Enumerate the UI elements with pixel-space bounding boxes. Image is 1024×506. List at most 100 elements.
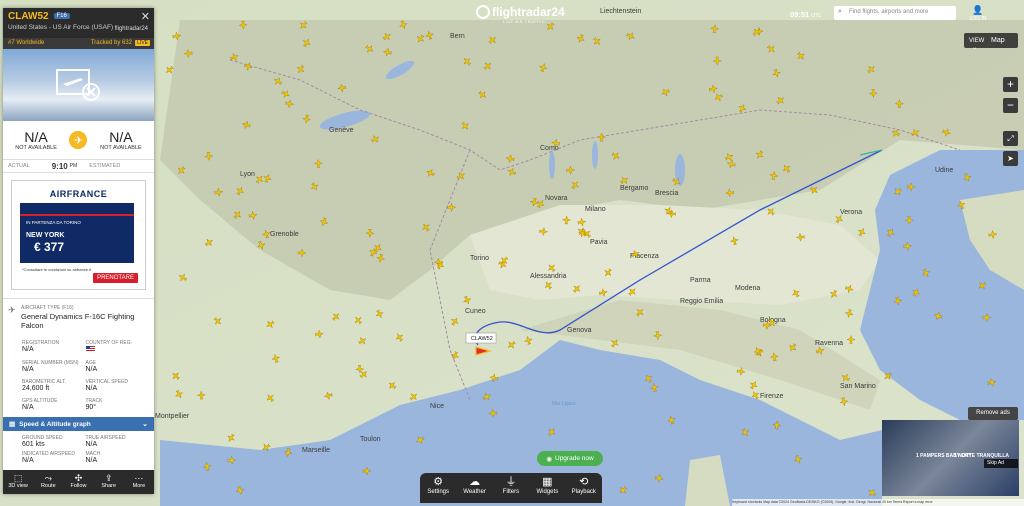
origin-name: NOT AVAILABLE xyxy=(15,145,57,151)
search-icon: ⌕ xyxy=(838,8,842,15)
widgets-button[interactable]: ▦ Widgets xyxy=(531,473,563,503)
close-icon[interactable]: ✕ xyxy=(141,10,150,23)
toolbar-label: Widgets xyxy=(536,489,559,495)
aircraft-photo xyxy=(3,49,154,121)
upgrade-icon: ◉ xyxy=(546,455,552,463)
flight-panel: CLAW52 F16 United States - US Air Force … xyxy=(3,8,154,494)
baro-alt-value: 24,600 ft xyxy=(22,385,50,392)
fullscreen-icon[interactable]: ⤢ xyxy=(1003,131,1018,146)
playback-button[interactable]: ⟲ Playback xyxy=(568,473,600,503)
more-button[interactable]: ⋯ More xyxy=(124,470,154,494)
chevron-down-icon: ⌄ xyxy=(972,45,978,51)
city-label: Torino xyxy=(470,255,489,262)
aircraft-type-label: AIRCRAFT TYPE (F16) xyxy=(20,305,74,311)
cube-icon: ⬚ xyxy=(13,473,23,483)
fr24-logo[interactable]: flightradar24 xyxy=(476,5,565,19)
panel-header: CLAW52 F16 United States - US Air Force … xyxy=(3,8,154,38)
city-label: Genève xyxy=(329,127,354,134)
follow-button[interactable]: ✣ Follow xyxy=(63,470,93,494)
nav-label: 3D view xyxy=(8,483,28,489)
track-value: 90° xyxy=(85,404,97,411)
view-value: Map xyxy=(991,37,1005,44)
playback-icon: ⟲ xyxy=(579,476,589,488)
time-row: ACTUAL 9:10 PM ESTIMATED xyxy=(3,159,154,173)
us-flag-icon xyxy=(85,346,95,352)
skip-ad-button[interactable]: Skip Ad xyxy=(984,459,1018,468)
city-label: Toulon xyxy=(360,436,381,443)
view-label: VIEW xyxy=(969,38,985,44)
logo-subtitle: LIVE AIR TRAFFIC xyxy=(503,19,546,24)
utc-clock: 09:51 UTC xyxy=(790,10,821,19)
share-button[interactable]: ⇪ Share xyxy=(94,470,124,494)
ad-departure: IN PARTENZA DA TORINO xyxy=(26,220,81,225)
ad-cta-button[interactable]: PRENOTARE xyxy=(93,273,138,283)
lake-como xyxy=(592,141,598,169)
city-label: Udine xyxy=(935,167,953,174)
age-value: N/A xyxy=(85,366,98,373)
city-label: Marseille xyxy=(302,447,330,454)
ground-speed-value: 601 kts xyxy=(22,441,45,448)
city-label: Novara xyxy=(545,195,568,202)
search-input[interactable]: ⌕ Find flights, airports and more xyxy=(834,6,956,20)
ad-logo: AIRFRANCE xyxy=(49,189,108,199)
toolbar-label: Playback xyxy=(571,489,596,495)
city-label: Genova xyxy=(567,327,592,334)
flight-callsign: CLAW52 xyxy=(8,11,49,22)
route-icon: ⤳ xyxy=(44,473,52,483)
city-label: Bergamo xyxy=(620,185,649,192)
ad-price: € 377 xyxy=(34,240,65,254)
dest-code: N/A xyxy=(109,129,133,145)
destination[interactable]: N/A NOT AVAILABLE xyxy=(100,129,142,151)
speed-altitude-graph-toggle[interactable]: ▤ Speed & Altitude graph ⌄ xyxy=(3,417,154,431)
vspeed-value: N/A xyxy=(85,385,98,392)
zoom-in-button[interactable]: + xyxy=(1003,77,1018,92)
city-label: Grenoble xyxy=(270,231,299,238)
toolbar-label: Filters xyxy=(502,489,520,495)
selected-flight-label: CLAW52 xyxy=(471,336,493,342)
toolbar-label: Weather xyxy=(463,489,486,495)
settings-icon: ⚙ xyxy=(433,476,444,488)
city-label: Brescia xyxy=(655,190,678,197)
city-label: Verona xyxy=(840,209,862,216)
graph-icon: ▤ xyxy=(9,421,16,428)
chevron-down-icon: ⌄ xyxy=(142,421,148,428)
origin-code: N/A xyxy=(24,129,48,145)
3d-view-button[interactable]: ⬚ 3D view xyxy=(3,470,33,494)
aircraft-type-row: ✈ AIRCRAFT TYPE (F16) General Dynamics F… xyxy=(3,298,154,334)
city-label: Montpellier xyxy=(155,413,190,420)
share-icon: ⇪ xyxy=(104,473,113,483)
weather-button[interactable]: ☁ Weather xyxy=(459,473,491,503)
video-ad[interactable]: 1 PAMPERS BABY-DRY 1 NOTTE TRANQUILLA xyxy=(882,420,1019,496)
nav-label: Follow xyxy=(70,483,87,489)
weather-icon: ☁ xyxy=(469,476,481,488)
zoom-out-button[interactable]: − xyxy=(1003,98,1018,113)
ad-banner: IN PARTENZA DA TORINO NEW YORK € 377 xyxy=(20,203,134,263)
upgrade-label: Upgrade now xyxy=(555,455,594,462)
city-label: Liechtenstein xyxy=(600,8,641,15)
city-label: Como xyxy=(540,145,559,152)
city-label: Parma xyxy=(690,277,711,284)
settings-button[interactable]: ⚙ Settings xyxy=(422,473,454,503)
city-label: Cuneo xyxy=(465,308,486,315)
origin[interactable]: N/A NOT AVAILABLE xyxy=(15,129,57,151)
city-label: Milano xyxy=(585,206,606,213)
login-button[interactable]: 👤 LOG IN xyxy=(968,5,988,22)
locate-icon[interactable]: ➤ xyxy=(1003,151,1018,166)
route-button[interactable]: ⤳ Route xyxy=(33,470,63,494)
airplane-icon: ✈ xyxy=(69,131,88,149)
dest-name: NOT AVAILABLE xyxy=(100,145,142,151)
filters-button[interactable]: ⏚ Filters xyxy=(495,473,527,503)
filter-icon: ⏚ xyxy=(505,476,517,488)
rank-bar: #7 Worldwide Tracked by 632 LIVE xyxy=(3,38,154,49)
widgets-icon: ▦ xyxy=(542,476,553,488)
remove-ads-button[interactable]: Remove ads xyxy=(968,407,1018,420)
ad-stripe xyxy=(20,214,134,216)
mach-value: N/A xyxy=(85,457,98,464)
clock-tz: UTC xyxy=(811,13,822,19)
live-badge: LIVE xyxy=(135,40,150,46)
rank-text: #7 Worldwide xyxy=(8,40,45,46)
view-selector[interactable]: VIEW Map ⌄ xyxy=(964,33,1018,51)
airfrance-ad[interactable]: AIRFRANCE IN PARTENZA DA TORINO NEW YORK… xyxy=(11,180,146,290)
toolbar-label: Settings xyxy=(427,489,450,495)
upgrade-button[interactable]: ◉ Upgrade now xyxy=(537,451,603,466)
